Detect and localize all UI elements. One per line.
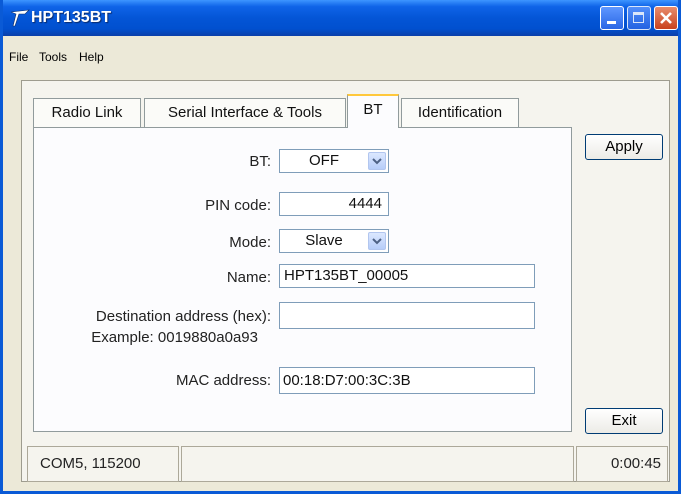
- window-title: HPT135BT: [31, 9, 112, 26]
- tab-bt[interactable]: BT: [347, 94, 399, 128]
- status-middle: [181, 446, 574, 482]
- chevron-down-icon: [372, 158, 382, 165]
- destination-address-field[interactable]: [279, 302, 535, 329]
- maximize-icon: [633, 12, 644, 23]
- tab-serial-interface-tools[interactable]: Serial Interface & Tools: [144, 98, 346, 128]
- mac-address-label: MAC address:: [175, 372, 271, 389]
- status-port: COM5, 115200: [27, 446, 179, 482]
- mode-select-value: Slave: [305, 232, 343, 249]
- pin-code-label: PIN code:: [205, 197, 271, 214]
- mac-address-field[interactable]: 00:18:D7:00:3C:3B: [279, 367, 535, 394]
- menu-help[interactable]: Help: [79, 50, 104, 64]
- menu-tools[interactable]: Tools: [39, 50, 67, 64]
- exit-button[interactable]: Exit: [585, 408, 663, 434]
- destination-address-example: Example: 0019880a0a93: [91, 329, 258, 346]
- tab-identification[interactable]: Identification: [401, 98, 519, 128]
- mode-dropdown-arrow[interactable]: [368, 232, 386, 250]
- destination-address-label: Destination address (hex):: [95, 308, 271, 325]
- mode-select[interactable]: Slave: [279, 229, 389, 253]
- mode-label: Mode:: [229, 234, 271, 251]
- maximize-button[interactable]: [627, 6, 651, 30]
- tab-radio-link[interactable]: Radio Link: [33, 98, 141, 128]
- status-time: 0:00:45: [576, 446, 668, 482]
- close-button[interactable]: [654, 6, 678, 30]
- bt-tab-content: BT: OFF PIN code: 4444 Mode: Slave Name:…: [33, 127, 572, 432]
- name-field[interactable]: HPT135BT_00005: [279, 264, 535, 288]
- title-bar[interactable]: HPT135BT: [3, 0, 678, 36]
- app-logo-icon: [10, 9, 30, 27]
- bt-dropdown-arrow[interactable]: [368, 152, 386, 170]
- apply-button[interactable]: Apply: [585, 134, 663, 160]
- menu-file[interactable]: File: [9, 50, 28, 64]
- bt-select[interactable]: OFF: [279, 149, 389, 173]
- pin-code-field[interactable]: 4444: [279, 192, 389, 216]
- app-window: HPT135BT File Tools Help Radio Link Seri…: [0, 0, 681, 494]
- bt-label: BT:: [249, 153, 271, 170]
- bt-select-value: OFF: [309, 152, 339, 169]
- minimize-icon: [607, 21, 616, 24]
- menu-bar: File Tools Help: [3, 36, 678, 66]
- chevron-down-icon: [372, 238, 382, 245]
- close-icon: [660, 12, 672, 24]
- name-label: Name:: [226, 269, 271, 286]
- minimize-button[interactable]: [600, 6, 624, 30]
